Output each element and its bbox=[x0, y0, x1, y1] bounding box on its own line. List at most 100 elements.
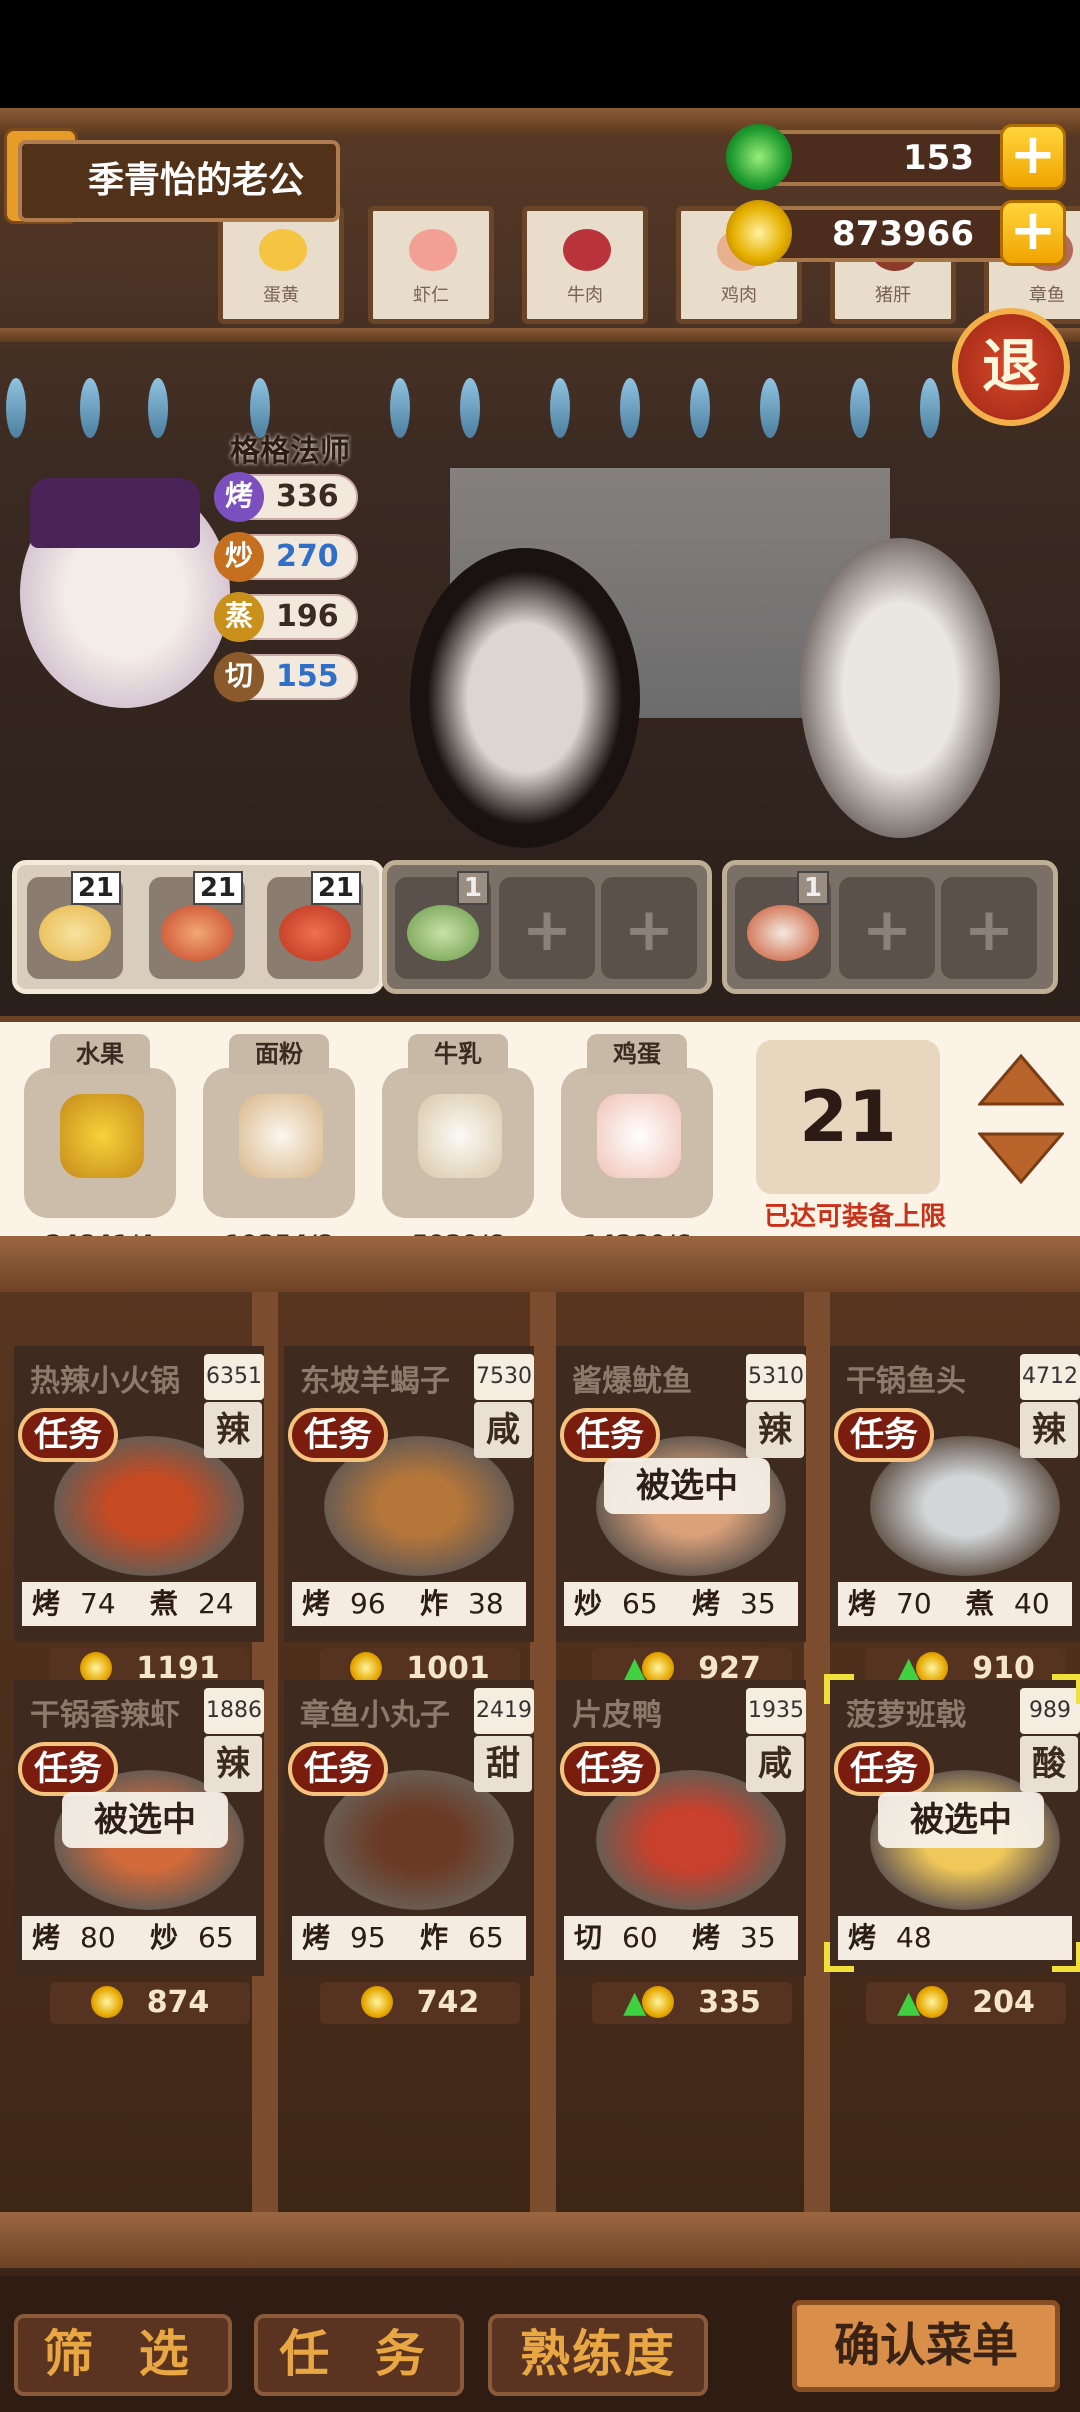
recipe-card[interactable]: 片皮鸭 1935 咸 任务切 60 烤 35 bbox=[556, 1680, 806, 1976]
confirm-menu-button[interactable]: 确认菜单 bbox=[792, 2300, 1060, 2392]
recipe-card[interactable]: 热辣小火锅 6351 辣 任务烤 74 煮 24 bbox=[14, 1346, 264, 1642]
skill-name: 炸 bbox=[420, 1921, 449, 1954]
recipe-card[interactable]: 菠萝班戟 989 酸任务 被选中烤 48 bbox=[830, 1680, 1080, 1976]
ingredient-flour[interactable]: 面粉 19354/8 bbox=[203, 1034, 355, 1258]
ingredient-sign: 蛋黄 bbox=[218, 206, 344, 324]
skill-name: 烤 bbox=[692, 1921, 721, 1954]
skill-name: 炸 bbox=[420, 1587, 449, 1620]
add-gems-button[interactable]: + bbox=[1000, 124, 1066, 190]
skill-name: 烤 bbox=[302, 1921, 331, 1954]
proficiency-button[interactable]: 熟练度 bbox=[488, 2314, 708, 2396]
milk-jar-icon bbox=[418, 1094, 502, 1178]
dish-slot[interactable]: 21 bbox=[267, 871, 363, 979]
player-name-box[interactable]: 季青怡的老公 bbox=[18, 140, 340, 222]
recipe-card[interactable]: 干锅鱼头 4712 辣 任务烤 70 煮 40 bbox=[830, 1346, 1080, 1642]
empty-slot[interactable]: + bbox=[499, 877, 595, 979]
recipe-price: 1886 bbox=[204, 1688, 264, 1734]
recipe-card[interactable]: 酱爆鱿鱼 5310 辣 任务 被选中炒 65 烤 35 bbox=[556, 1346, 806, 1642]
dish-slot[interactable]: 1 bbox=[395, 871, 491, 979]
recipe-name: 热辣小火锅 bbox=[30, 1364, 180, 1399]
skill-name: 炒 bbox=[150, 1921, 179, 1954]
recipe-price: 2419 bbox=[474, 1688, 534, 1734]
coin-icon bbox=[350, 1651, 383, 1684]
skill-value: 60 bbox=[622, 1921, 658, 1954]
ingredient-milk[interactable]: 牛乳 5939/6 bbox=[382, 1034, 534, 1258]
empty-slot[interactable]: + bbox=[941, 877, 1037, 979]
ingredient-sign: 牛肉 bbox=[522, 206, 648, 324]
ingredient-sign: 虾仁 bbox=[368, 206, 494, 324]
helper-character[interactable] bbox=[410, 548, 640, 848]
chef-hat bbox=[30, 478, 200, 548]
game-screen: 蛋黄 虾仁 牛肉 鸡肉 猪肝 章鱼 格格法师 烤 336 炒 270 蒸 196 切1… bbox=[0, 0, 1080, 2412]
hanging-fish bbox=[390, 378, 410, 438]
exit-button[interactable]: 退 bbox=[952, 308, 1070, 426]
shelf-beam bbox=[0, 2212, 1080, 2268]
dish-slot[interactable]: 21 bbox=[27, 871, 123, 979]
skill-value: 35 bbox=[740, 1587, 776, 1620]
recipe-name: 章鱼小丸子 bbox=[300, 1698, 450, 1733]
skill-value: 38 bbox=[468, 1587, 504, 1620]
bottom-bar: 筛 选 任 务 熟练度 确认菜单 bbox=[0, 2276, 1080, 2412]
ingredient-fruit[interactable]: 水果 24841/4 bbox=[24, 1034, 176, 1258]
ingredient-egg[interactable]: 鸡蛋 14280/6 bbox=[561, 1034, 713, 1258]
hanging-fish bbox=[460, 378, 480, 438]
coin-amount: 335 bbox=[698, 1985, 761, 2020]
hanging-fish bbox=[760, 378, 780, 438]
egg-icon bbox=[597, 1094, 681, 1178]
skill-requirements: 炒 65 烤 35 bbox=[564, 1582, 798, 1626]
recipe-price: 1935 bbox=[746, 1688, 806, 1734]
shelf-beam bbox=[0, 1236, 1080, 1292]
recipe-card[interactable]: 东坡羊蝎子 7530 咸 任务烤 96 炸 38 bbox=[284, 1346, 534, 1642]
skill-name: 切 bbox=[574, 1921, 603, 1954]
flour-sack-icon bbox=[239, 1094, 323, 1178]
capacity-status: 已达可装备上限 bbox=[763, 1202, 946, 1232]
chef-stat: 烤 336 bbox=[214, 472, 358, 522]
empty-slot[interactable]: + bbox=[601, 877, 697, 979]
skill-value: 65 bbox=[468, 1921, 504, 1954]
empty-slot[interactable]: + bbox=[839, 877, 935, 979]
flavor-tag: 辣 bbox=[204, 1736, 262, 1792]
skill-name: 烤 bbox=[302, 1587, 331, 1620]
skill-requirements: 烤 74 煮 24 bbox=[22, 1582, 256, 1626]
player-name: 季青怡的老公 bbox=[88, 160, 305, 201]
recipe-card[interactable]: 章鱼小丸子 2419 甜 任务烤 95 炸 65 bbox=[284, 1680, 534, 1976]
selection-corner bbox=[824, 1674, 854, 1704]
dish-slot[interactable]: 21 bbox=[149, 871, 245, 979]
skill-name: 烤 bbox=[32, 1921, 61, 1954]
dish-slot[interactable]: 1 bbox=[735, 871, 831, 979]
scroll-down-arrow-icon[interactable] bbox=[978, 1130, 1064, 1186]
flavor-tag: 辣 bbox=[746, 1402, 804, 1458]
filter-button[interactable]: 筛 选 bbox=[14, 2314, 232, 2396]
recipe-card[interactable]: 干锅香辣虾 1886 辣 任务 被选中烤 80 炒 65 bbox=[14, 1680, 264, 1976]
add-coins-button[interactable]: + bbox=[1000, 200, 1066, 266]
flavor-tag: 辣 bbox=[204, 1402, 262, 1458]
recipe-price: 6351 bbox=[204, 1354, 264, 1400]
chef-stat: 蒸 196 bbox=[214, 592, 358, 642]
recipe-price: 5310 bbox=[746, 1354, 806, 1400]
flavor-tag: 咸 bbox=[746, 1736, 804, 1792]
skill-name: 烤 bbox=[692, 1587, 721, 1620]
hanging-fish bbox=[80, 378, 100, 438]
selection-corner bbox=[824, 1942, 854, 1972]
hanging-fish bbox=[920, 378, 940, 438]
task-badge: 任务 bbox=[560, 1742, 660, 1796]
flavor-tag: 酸 bbox=[1020, 1736, 1078, 1792]
scroll-up-arrow-icon[interactable] bbox=[978, 1052, 1064, 1108]
hanging-fish bbox=[148, 378, 168, 438]
helper-character[interactable] bbox=[800, 538, 1000, 838]
recipe-name: 菠萝班戟 bbox=[846, 1698, 966, 1733]
tasks-button[interactable]: 任 务 bbox=[254, 2314, 464, 2396]
coin-icon bbox=[642, 1651, 675, 1684]
dish-slot-group-1: 21 21 21 bbox=[12, 860, 384, 994]
flavor-tag: 甜 bbox=[474, 1736, 532, 1792]
task-badge: 任务 bbox=[834, 1742, 934, 1796]
selection-corner bbox=[1052, 1674, 1080, 1704]
recipe-price: 7530 bbox=[474, 1354, 534, 1400]
skill-name: 炒 bbox=[574, 1587, 603, 1620]
coin-icon bbox=[642, 1985, 675, 2018]
skill-value: 35 bbox=[740, 1921, 776, 1954]
skill-name: 烤 bbox=[848, 1587, 877, 1620]
hanging-fish bbox=[690, 378, 710, 438]
dish-slot-group-3: 1 + + bbox=[722, 860, 1058, 994]
task-badge: 任务 bbox=[834, 1408, 934, 1462]
